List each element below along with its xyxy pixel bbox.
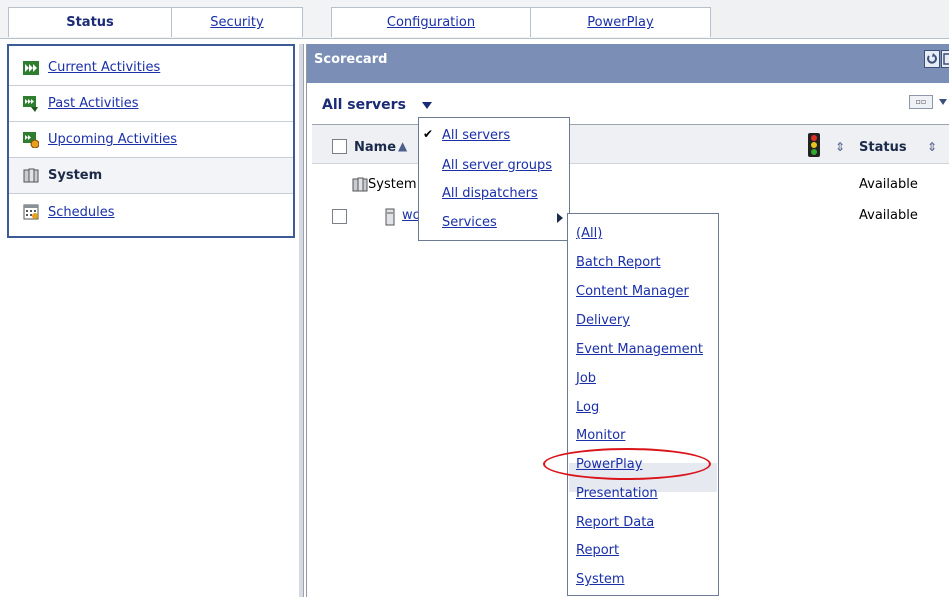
row-name[interactable]: System xyxy=(368,177,416,192)
nav-item-current-activities[interactable]: Current Activities xyxy=(9,50,293,86)
current-activities-icon xyxy=(23,60,39,75)
menu-item-job[interactable]: Job xyxy=(576,371,596,386)
scorecard-title: Scorecard xyxy=(314,52,388,67)
menu-item-services[interactable]: Services xyxy=(442,215,497,230)
nav-item-label[interactable]: Current Activities xyxy=(48,60,160,75)
system-icon xyxy=(352,177,368,192)
annotation-ellipse xyxy=(543,448,711,480)
view-options-caret-icon[interactable] xyxy=(939,99,947,105)
nav-item-system[interactable]: System xyxy=(9,158,293,194)
menu-item-log[interactable]: Log xyxy=(576,400,599,415)
left-navigation: Current Activities Past Activities Upcom… xyxy=(7,44,295,238)
menu-item-all[interactable]: (All) xyxy=(576,226,602,241)
column-name-header[interactable]: Name xyxy=(354,140,396,155)
menu-item-all-dispatchers[interactable]: All dispatchers xyxy=(442,186,538,201)
menu-item-event-management[interactable]: Event Management xyxy=(576,342,703,357)
refresh-icon xyxy=(927,53,937,64)
sort-ascending-icon[interactable]: ▲ xyxy=(398,139,407,153)
nav-item-past-activities[interactable]: Past Activities xyxy=(9,86,293,122)
server-filter-dropdown[interactable]: All servers xyxy=(322,97,406,113)
upcoming-activities-icon xyxy=(23,131,39,148)
menu-item-presentation[interactable]: Presentation xyxy=(576,486,658,501)
nav-item-label[interactable]: Upcoming Activities xyxy=(48,132,177,147)
nav-item-schedules[interactable]: Schedules xyxy=(9,194,293,230)
tab-status[interactable]: Status xyxy=(8,7,172,37)
menu-item-monitor[interactable]: Monitor xyxy=(576,428,625,443)
nav-item-upcoming-activities[interactable]: Upcoming Activities xyxy=(9,122,293,158)
column-status-header[interactable]: Status xyxy=(859,140,907,155)
row-status: Available xyxy=(859,208,918,223)
nav-item-label[interactable]: System xyxy=(48,168,102,183)
tab-bar: Status Security Configuration PowerPlay xyxy=(0,0,949,39)
system-icon xyxy=(23,168,39,182)
nav-item-label[interactable]: Past Activities xyxy=(48,96,139,111)
refresh-button[interactable] xyxy=(924,50,940,68)
submenu-arrow-icon xyxy=(557,213,563,223)
traffic-light-icon[interactable] xyxy=(808,133,820,157)
row-checkbox[interactable] xyxy=(332,209,347,224)
tab-configuration-label[interactable]: Configuration xyxy=(387,15,475,30)
menu-item-delivery[interactable]: Delivery xyxy=(576,313,630,328)
tab-underline xyxy=(0,38,949,39)
row-status: Available xyxy=(859,177,918,192)
scorecard-header: Scorecard xyxy=(307,44,949,83)
maximize-icon xyxy=(943,53,949,65)
chevron-down-icon[interactable] xyxy=(422,102,432,109)
select-all-checkbox[interactable] xyxy=(332,139,347,154)
nav-item-label[interactable]: Schedules xyxy=(48,205,115,220)
checkmark-icon: ✔ xyxy=(423,127,434,141)
menu-item-all-server-groups[interactable]: All server groups xyxy=(442,158,552,173)
menu-item-batch-report[interactable]: Batch Report xyxy=(576,255,661,270)
tab-security-label[interactable]: Security xyxy=(210,15,263,30)
pane-splitter-edge xyxy=(303,44,304,597)
schedules-icon xyxy=(23,204,39,220)
menu-item-content-manager[interactable]: Content Manager xyxy=(576,284,689,299)
server-icon xyxy=(385,208,395,226)
tab-powerplay-label[interactable]: PowerPlay xyxy=(587,15,653,30)
maximize-button[interactable] xyxy=(941,50,949,68)
status-sort-toggle-icon[interactable]: ⇕ xyxy=(927,140,937,154)
view-options-icon[interactable]: ▫▫ xyxy=(909,95,933,109)
past-activities-icon xyxy=(23,95,38,112)
server-filter-menu: ✔ All servers All server groups All disp… xyxy=(418,117,570,241)
menu-item-report-data[interactable]: Report Data xyxy=(576,515,654,530)
menu-item-all-servers[interactable]: All servers xyxy=(442,128,510,143)
services-submenu: (All) Batch Report Content Manager Deliv… xyxy=(567,213,719,596)
sort-toggle-icon[interactable]: ⇕ xyxy=(835,140,845,154)
menu-item-report[interactable]: Report xyxy=(576,543,619,558)
menu-item-system[interactable]: System xyxy=(576,572,624,587)
tab-configuration[interactable]: Configuration xyxy=(331,7,531,37)
tab-powerplay[interactable]: PowerPlay xyxy=(530,7,711,37)
table-header xyxy=(312,124,949,164)
tab-bar-filler xyxy=(710,0,949,39)
tab-security[interactable]: Security xyxy=(171,7,303,37)
